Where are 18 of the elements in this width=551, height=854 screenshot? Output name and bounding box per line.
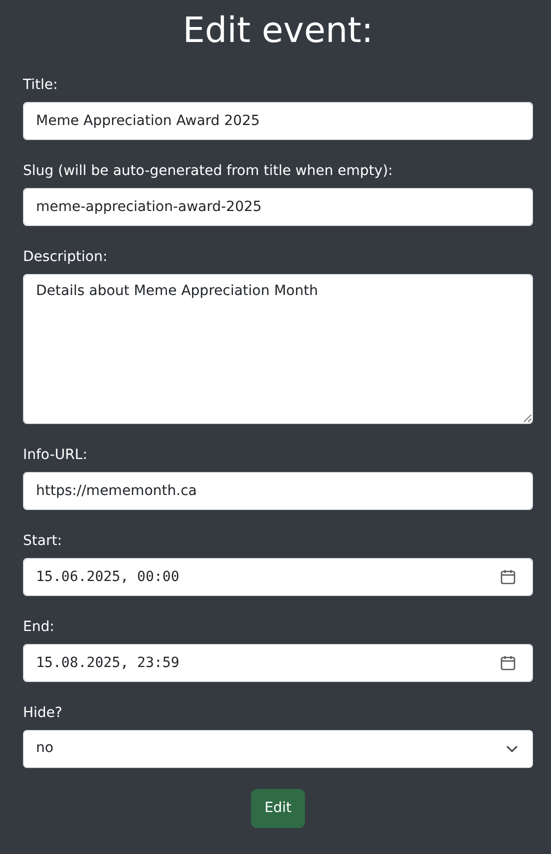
input-field[interactable]: Meme Appreciation Award 2025 [23,102,533,140]
calendar-icon[interactable] [500,568,516,584]
field-label: Title: [23,76,59,94]
datetime-field[interactable]: 15.08.2025, 23:59 [23,644,533,682]
datetime-field[interactable]: 15.06.2025, 00:00 [23,558,533,596]
field-label: Slug (will be auto-generated from title when empty): [23,162,394,180]
select-field[interactable]: no [23,730,533,768]
input-field[interactable]: meme-appreciation-award-2025 [23,188,533,226]
field-label: Hide? [23,704,64,722]
calendar-icon[interactable] [500,654,516,670]
page-title: Edit event: [182,12,374,50]
field-label: Info-URL: [23,446,88,464]
input-field[interactable]: https://mememonth.ca [23,472,533,510]
field-label: End: [23,618,56,636]
edit-button[interactable]: Edit [251,788,305,828]
field-label: Start: [23,532,63,550]
field-label: Description: [23,248,108,266]
textarea-field[interactable]: Details about Meme Appreciation Month [23,274,533,424]
